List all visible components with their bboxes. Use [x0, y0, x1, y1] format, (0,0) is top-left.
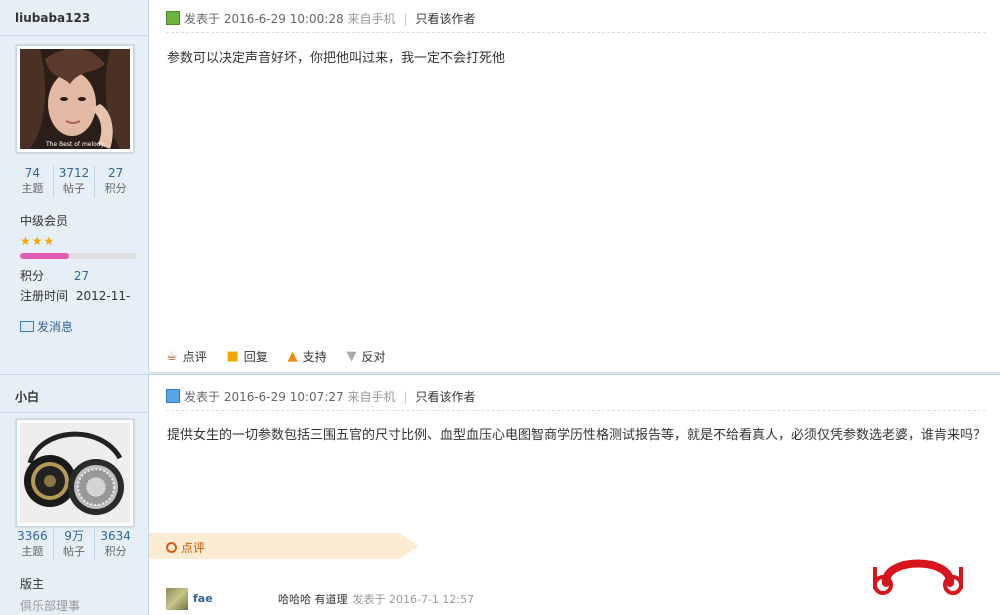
stat-label: 积分 — [104, 182, 127, 195]
register-value: 2012-11- — [75, 289, 131, 303]
review-date: 发表于 2016-7-1 12:57 — [352, 593, 475, 606]
stat-value: 74 — [24, 166, 40, 180]
meta-separator: | — [403, 12, 408, 26]
divider — [0, 412, 148, 413]
stat-posts[interactable]: 3712 帖子 — [54, 166, 96, 198]
post-actions: ☕ 点评 ■ 回复 ▲ 支持 ▼ 反对 — [166, 348, 402, 365]
post-date: 发表于 2016-6-29 10:07:27 — [184, 390, 344, 404]
register-row: 注册时间 2012-11- — [20, 287, 130, 304]
reply-label: 回复 — [243, 350, 268, 364]
stat-label: 积分 — [104, 545, 127, 558]
online-status-icon — [166, 11, 180, 25]
only-author-link[interactable]: 只看该作者 — [416, 390, 476, 404]
oppose-label: 反对 — [361, 350, 386, 364]
stat-threads[interactable]: 74 主题 — [12, 166, 54, 198]
stat-value: 27 — [108, 166, 124, 180]
post-source: 来自手机 — [347, 390, 396, 404]
author-sidebar: liubaba123 The Best of melody. 74 主题 371… — [0, 0, 149, 374]
online-status-icon — [166, 389, 180, 403]
comment-header-text: 点评 — [181, 541, 206, 555]
author-username[interactable]: 小白 — [15, 388, 39, 405]
user-stats: 3366 主题 9万 帖子 3634 积分 — [12, 529, 136, 561]
send-message-label: 发消息 — [37, 320, 74, 334]
meta-divider — [166, 410, 986, 411]
arrow-down-icon: ▼ — [346, 349, 357, 364]
speech-bubble-icon: ■ — [226, 349, 239, 364]
meta-separator: | — [403, 390, 408, 404]
post-content: 提供女生的一切参数包括三围五官的尺寸比例、血型血压心电图智商学历性格测试报告等，… — [167, 428, 987, 443]
post-meta: 发表于 2016-6-29 10:00:28 来自手机 | 只看该作者 — [166, 10, 476, 27]
stat-label: 帖子 — [63, 182, 85, 195]
svg-text:The Best of melody.: The Best of melody. — [45, 141, 105, 148]
avatar-image: The Best of melody. — [20, 49, 130, 149]
arrow-up-icon: ▲ — [287, 349, 298, 364]
points-row: 积分 27 — [20, 267, 89, 284]
stat-threads[interactable]: 3366 主题 — [12, 529, 54, 561]
headphone-logo-icon — [873, 559, 963, 595]
comment-label: 点评 — [182, 350, 207, 364]
avatar[interactable]: The Best of melody. — [16, 45, 134, 153]
reply-button[interactable]: ■ 回复 — [227, 348, 268, 365]
post-content: 参数可以决定声音好坏，你把他叫过来，我一定不会打死他 — [167, 51, 506, 66]
oppose-button[interactable]: ▼ 反对 — [346, 348, 385, 365]
post-2: 小白 3366 主题 9万 帖子 3634 积分 版主 俱乐部理事 发表于 20… — [0, 375, 1000, 615]
envelope-icon — [20, 321, 34, 332]
comment-section-header: 点评 — [149, 533, 419, 559]
rank-progress-bar — [20, 253, 137, 259]
support-button[interactable]: ▲ 支持 — [288, 348, 327, 365]
user-rank[interactable]: 版主 — [20, 575, 44, 592]
rank-stars-icon: ★★★ — [20, 234, 56, 248]
post-date: 发表于 2016-6-29 10:00:28 — [184, 12, 344, 26]
stat-value: 3366 — [17, 529, 48, 543]
avatar-image — [20, 423, 130, 523]
comment-header-label: 点评 — [166, 539, 205, 556]
points-label: 积分 — [20, 269, 45, 283]
comment-circle-icon — [166, 542, 177, 553]
stat-points[interactable]: 3634 积分 — [95, 529, 136, 561]
user-group: 俱乐部理事 — [20, 599, 81, 613]
post-source: 来自手机 — [347, 12, 396, 26]
stat-label: 帖子 — [63, 545, 85, 558]
stat-label: 主题 — [21, 545, 44, 558]
avatar[interactable] — [16, 419, 134, 527]
rank-progress-fill — [20, 253, 69, 259]
reviewer-avatar[interactable] — [166, 588, 188, 610]
post-meta: 发表于 2016-6-29 10:07:27 来自手机 | 只看该作者 — [166, 388, 476, 405]
coffee-icon: ☕ — [166, 349, 178, 364]
only-author-link[interactable]: 只看该作者 — [416, 12, 476, 26]
user-rank[interactable]: 中级会员 — [20, 212, 68, 229]
review-comment: 哈哈哈 有道理 发表于 2016-7-1 12:57 — [278, 591, 474, 607]
reviewer-username[interactable]: fae — [193, 592, 213, 605]
stat-label: 主题 — [21, 182, 44, 195]
stat-value: 3634 — [100, 529, 131, 543]
post-1: liubaba123 The Best of melody. 74 主题 371… — [0, 0, 1000, 374]
comment-button[interactable]: ☕ 点评 — [166, 348, 207, 365]
register-label: 注册时间 — [20, 289, 69, 303]
review-text: 哈哈哈 有道理 — [278, 593, 348, 606]
stat-points[interactable]: 27 积分 — [95, 166, 136, 198]
send-message-link[interactable]: 发消息 — [20, 318, 73, 335]
author-sidebar: 小白 3366 主题 9万 帖子 3634 积分 版主 俱乐部理事 — [0, 375, 149, 615]
user-stats: 74 主题 3712 帖子 27 积分 — [12, 166, 136, 198]
stat-value: 9万 — [64, 529, 84, 543]
author-username[interactable]: liubaba123 — [15, 11, 90, 25]
support-label: 支持 — [302, 350, 327, 364]
stat-posts[interactable]: 9万 帖子 — [54, 529, 96, 561]
divider — [0, 35, 148, 36]
points-value: 27 — [73, 269, 90, 283]
meta-divider — [166, 32, 986, 33]
stat-value: 3712 — [58, 166, 90, 180]
